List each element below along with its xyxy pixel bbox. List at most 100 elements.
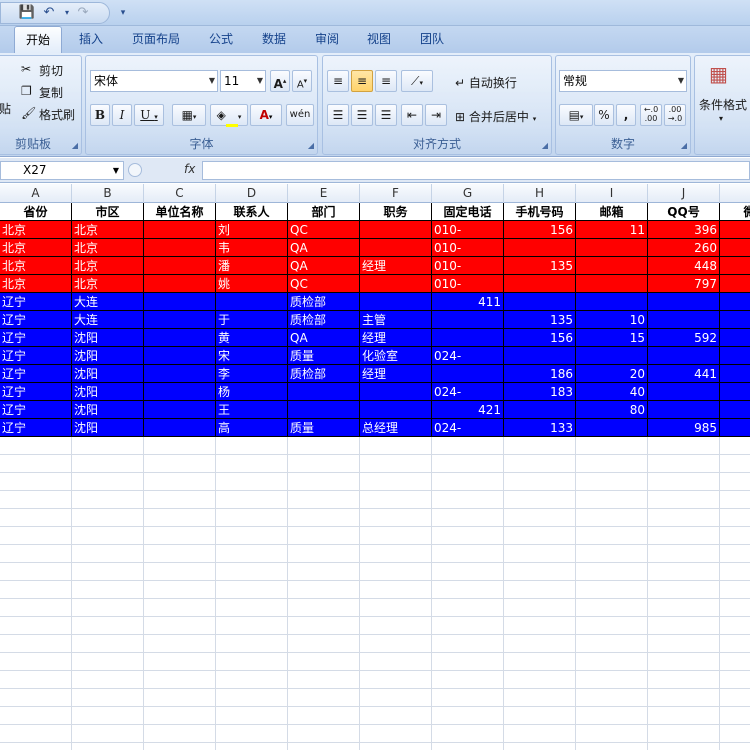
decrease-indent-button[interactable]: ⇤	[401, 104, 423, 126]
empty-cell[interactable]	[648, 689, 720, 707]
cell-col-c[interactable]	[144, 419, 216, 437]
worksheet-grid[interactable]: ABCDEFGHIJK 省份市区单位名称联系人部门职务固定电话手机号码邮箱QQ号…	[0, 184, 750, 750]
empty-cell[interactable]	[504, 473, 576, 491]
empty-cell[interactable]	[288, 581, 360, 599]
cell-col-b[interactable]: 北京	[72, 221, 144, 239]
empty-cell[interactable]	[432, 725, 504, 743]
tab-view[interactable]: 视图	[356, 26, 402, 53]
cell-col-d[interactable]: 韦	[216, 239, 288, 257]
empty-cell[interactable]	[288, 653, 360, 671]
empty-cell[interactable]	[360, 491, 432, 509]
cell-col-h[interactable]	[504, 293, 576, 311]
cell-col-a[interactable]: 辽宁	[0, 401, 72, 419]
empty-cell[interactable]	[0, 635, 72, 653]
empty-cell[interactable]	[648, 563, 720, 581]
font-name-combo[interactable]: 宋体 ▼	[90, 70, 218, 92]
cell-col-a[interactable]: 辽宁	[0, 383, 72, 401]
empty-cell[interactable]	[216, 689, 288, 707]
cell-col-a[interactable]: 北京	[0, 239, 72, 257]
name-box[interactable]: X27 ▼	[0, 161, 124, 180]
header-cell-col-c[interactable]: 单位名称	[144, 203, 216, 221]
cell-col-j[interactable]: 448	[648, 257, 720, 275]
cell-col-b[interactable]: 北京	[72, 239, 144, 257]
align-right-button[interactable]: ☰	[375, 104, 397, 126]
cell-col-a[interactable]: 辽宁	[0, 329, 72, 347]
cell-col-e[interactable]: QC	[288, 221, 360, 239]
cell-col-i[interactable]: 11	[576, 221, 648, 239]
empty-cell[interactable]	[288, 707, 360, 725]
column-header-i[interactable]: I	[576, 184, 648, 203]
cell-col-j[interactable]: 985	[648, 419, 720, 437]
tab-home[interactable]: 开始	[14, 26, 62, 53]
empty-cell[interactable]	[360, 743, 432, 750]
cell-col-e[interactable]: QA	[288, 257, 360, 275]
empty-cell[interactable]	[648, 743, 720, 750]
cell-col-h[interactable]	[504, 347, 576, 365]
empty-cell[interactable]	[216, 725, 288, 743]
empty-cell[interactable]	[0, 455, 72, 473]
cell-col-d[interactable]	[216, 293, 288, 311]
cell-col-g[interactable]	[432, 311, 504, 329]
cell-col-i[interactable]	[576, 275, 648, 293]
cell-col-b[interactable]: 北京	[72, 275, 144, 293]
font-launcher-icon[interactable]: ◢	[308, 141, 314, 150]
empty-cell[interactable]	[432, 473, 504, 491]
empty-cell[interactable]	[576, 599, 648, 617]
empty-cell[interactable]	[432, 689, 504, 707]
empty-cell[interactable]	[360, 581, 432, 599]
align-left-button[interactable]: ☰	[327, 104, 349, 126]
empty-cell[interactable]	[72, 437, 144, 455]
empty-cell[interactable]	[216, 653, 288, 671]
font-size-combo[interactable]: 11 ▼	[220, 70, 266, 92]
empty-cell[interactable]	[720, 455, 750, 473]
empty-cell[interactable]	[216, 473, 288, 491]
align-bottom-button[interactable]: ≡	[375, 70, 397, 92]
cell-col-k[interactable]	[720, 257, 750, 275]
cell-col-e[interactable]: QA	[288, 239, 360, 257]
empty-cell[interactable]	[648, 635, 720, 653]
empty-cell[interactable]	[504, 653, 576, 671]
column-header-e[interactable]: E	[288, 184, 360, 203]
empty-cell[interactable]	[216, 743, 288, 750]
cell-col-d[interactable]: 宋	[216, 347, 288, 365]
empty-cell[interactable]	[648, 671, 720, 689]
empty-cell[interactable]	[0, 707, 72, 725]
empty-cell[interactable]	[576, 455, 648, 473]
empty-cell[interactable]	[288, 671, 360, 689]
cell-col-g[interactable]: 010-	[432, 239, 504, 257]
underline-button[interactable]: U ▾	[134, 104, 164, 126]
empty-cell[interactable]	[648, 491, 720, 509]
header-cell-col-k[interactable]: 微信	[720, 203, 750, 221]
insert-function-icon[interactable]: fx	[184, 162, 195, 176]
cell-col-i[interactable]	[576, 419, 648, 437]
empty-cell[interactable]	[288, 509, 360, 527]
empty-cell[interactable]	[216, 491, 288, 509]
empty-cell[interactable]	[720, 509, 750, 527]
empty-cell[interactable]	[360, 671, 432, 689]
empty-cell[interactable]	[576, 491, 648, 509]
empty-cell[interactable]	[648, 437, 720, 455]
empty-cell[interactable]	[0, 725, 72, 743]
empty-cell[interactable]	[144, 635, 216, 653]
empty-cell[interactable]	[144, 581, 216, 599]
empty-cell[interactable]	[360, 653, 432, 671]
align-middle-button[interactable]: ≡	[351, 70, 373, 92]
header-cell-col-d[interactable]: 联系人	[216, 203, 288, 221]
cell-col-d[interactable]: 王	[216, 401, 288, 419]
cut-button[interactable]: 剪切	[39, 62, 63, 79]
empty-cell[interactable]	[720, 545, 750, 563]
empty-cell[interactable]	[0, 563, 72, 581]
empty-cell[interactable]	[576, 581, 648, 599]
empty-cell[interactable]	[432, 671, 504, 689]
empty-cell[interactable]	[648, 509, 720, 527]
empty-cell[interactable]	[0, 581, 72, 599]
empty-cell[interactable]	[648, 545, 720, 563]
empty-cell[interactable]	[504, 437, 576, 455]
cell-col-j[interactable]	[648, 401, 720, 419]
empty-cell[interactable]	[432, 455, 504, 473]
empty-cell[interactable]	[648, 707, 720, 725]
cell-col-c[interactable]	[144, 311, 216, 329]
empty-cell[interactable]	[72, 689, 144, 707]
empty-cell[interactable]	[360, 563, 432, 581]
empty-cell[interactable]	[720, 689, 750, 707]
